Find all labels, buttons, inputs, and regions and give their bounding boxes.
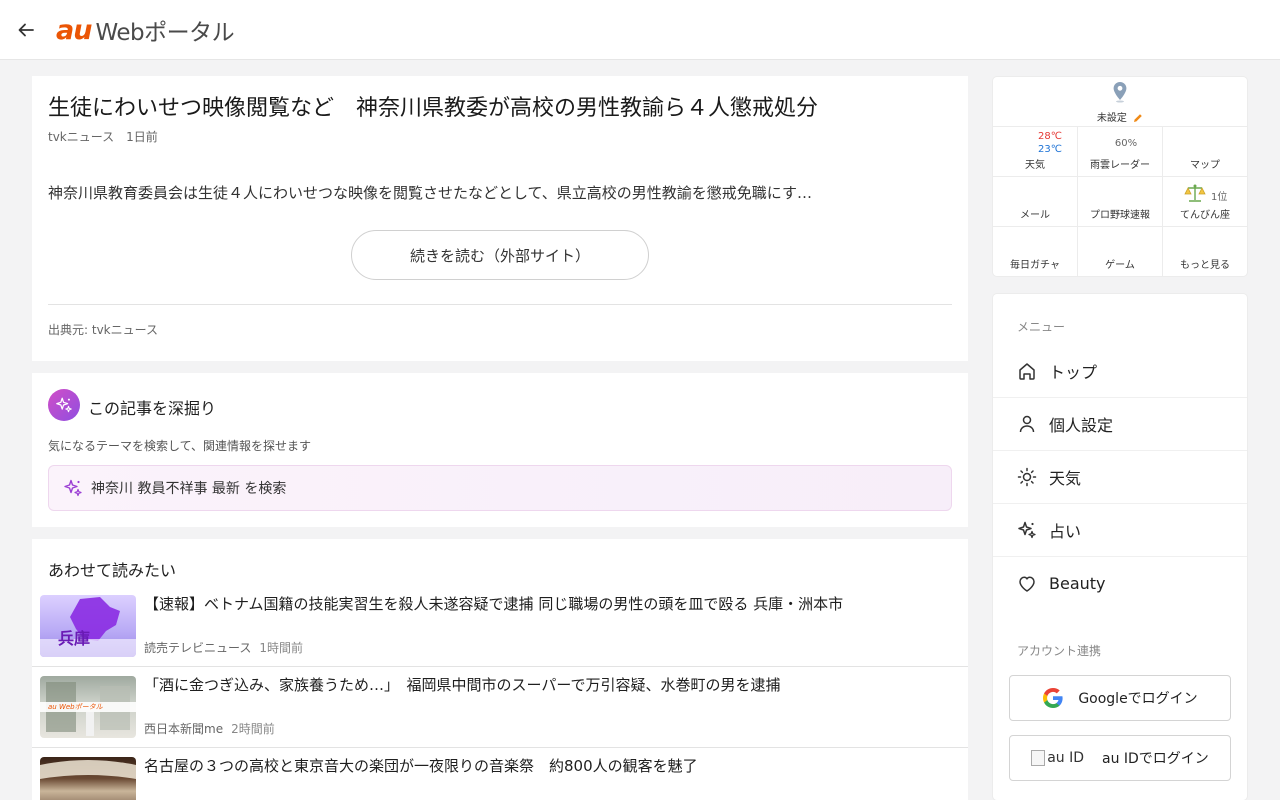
related-title: あわせて読みたい xyxy=(48,561,177,580)
menu-heading: メニュー xyxy=(1017,320,1066,334)
widget-caption: 雨雲レーダー xyxy=(1090,160,1150,171)
related-thumbnail: 兵庫 xyxy=(40,595,136,657)
related-item-meta: 読売テレビニュース 1時間前 xyxy=(144,639,303,656)
article-title: 生徒にわいせつ映像閲覧など 神奈川県教委が高校の男性教諭ら４人懲戒処分 xyxy=(48,96,819,121)
home-icon xyxy=(1016,360,1038,382)
side-menu: メニュー トップ 個人設定 天気 占い Beauty アカウント連携 Googl… xyxy=(993,294,1247,800)
read-more-button[interactable]: 続きを読む（外部サイト） xyxy=(351,230,649,280)
game-shortcut[interactable]: ゲーム xyxy=(1078,227,1163,276)
logo-au: au xyxy=(56,14,92,46)
divider xyxy=(48,304,952,305)
widget-caption: もっと見る xyxy=(1180,260,1230,271)
related-articles: あわせて読みたい 兵庫 【速報】ベトナム国籍の技能実習生を殺人未遂容疑で逮捕 同… xyxy=(32,539,968,800)
related-item[interactable]: 名古屋の３つの高校と東京音大の楽団が一夜限りの音楽祭 約800人の観客を魅了 xyxy=(32,749,968,800)
source-credit: 出典元: tvkニュース xyxy=(48,323,159,337)
related-thumbnail xyxy=(40,757,136,800)
dig-search-label: 神奈川 教員不祥事 最新 を検索 xyxy=(91,481,287,497)
menu-item-label: Beauty xyxy=(1049,574,1106,593)
temp-high: 28℃ xyxy=(1038,131,1062,142)
auid-alt-text: au ID xyxy=(1047,750,1084,766)
baseball-shortcut[interactable]: プロ野球速報 xyxy=(1078,177,1163,227)
menu-item-label: 天気 xyxy=(1049,469,1082,488)
weather-shortcut[interactable]: 28℃ 23℃ 天気 xyxy=(993,127,1078,177)
sparkle-icon xyxy=(1016,519,1038,541)
related-item-source: 西日本新聞me xyxy=(144,722,224,736)
menu-item-top[interactable]: トップ xyxy=(993,345,1247,398)
map-shortcut[interactable]: マップ xyxy=(1163,127,1247,177)
menu-item-settings[interactable]: 個人設定 xyxy=(993,398,1247,451)
related-item[interactable]: au Webポータル 「酒に金つぎ込み、家族養うため…」 福岡県中間市のスーパー… xyxy=(32,668,968,748)
related-thumb-text: 兵庫 xyxy=(58,629,91,648)
libra-scale-icon xyxy=(1184,184,1206,202)
google-logo-icon xyxy=(1042,687,1064,709)
account-heading: アカウント連携 xyxy=(1017,644,1102,658)
app-header: au Webポータル xyxy=(0,0,1280,60)
article-card: 生徒にわいせつ映像閲覧など 神奈川県教委が高校の男性教諭ら４人懲戒処分 tvkニ… xyxy=(32,76,968,361)
menu-item-weather[interactable]: 天気 xyxy=(993,451,1247,504)
google-login-label: Googleでログイン xyxy=(1078,691,1198,707)
divider xyxy=(32,666,968,667)
widget-caption: プロ野球速報 xyxy=(1090,210,1150,221)
article-source: tvkニュース xyxy=(48,130,115,144)
location-label: 未設定 xyxy=(1096,113,1127,124)
related-item-source: 読売テレビニュース xyxy=(144,641,252,655)
related-item-time: 2時間前 xyxy=(231,722,275,736)
auid-logo-icon: au ID xyxy=(1031,750,1084,766)
menu-item-label: トップ xyxy=(1049,363,1098,382)
related-item[interactable]: 兵庫 【速報】ベトナム国籍の技能実習生を殺人未遂容疑で逮捕 同じ職場の男性の頭を… xyxy=(32,587,968,667)
sparkle-icon xyxy=(63,478,83,498)
ai-sparkle-icon xyxy=(48,389,80,421)
menu-item-beauty[interactable]: Beauty xyxy=(993,557,1247,610)
dig-deeper-card: この記事を深掘り 気になるテーマを検索して、関連情報を探せます 神奈川 教員不祥… xyxy=(32,373,968,527)
service-widget: 未設定 28℃ 23℃ 天気 60% 雨雲レーダー マップ メール プロ野球速報… xyxy=(993,77,1247,276)
person-icon xyxy=(1016,413,1038,435)
related-item-title: 名古屋の３つの高校と東京音大の楽団が一夜限りの音楽祭 約800人の観客を魅了 xyxy=(144,757,698,775)
widget-caption: ゲーム xyxy=(1105,260,1135,271)
horoscope-shortcut[interactable]: 1位 てんびん座 xyxy=(1163,177,1247,227)
widget-caption: てんびん座 xyxy=(1180,210,1230,221)
widget-caption: 天気 xyxy=(1025,160,1045,171)
gacha-shortcut[interactable]: 毎日ガチャ xyxy=(993,227,1078,276)
fortune-rank: 1位 xyxy=(1211,192,1228,203)
article-summary: 神奈川県教育委員会は生徒４人にわいせつな映像を閲覧させたなどとして、県立高校の男… xyxy=(48,184,812,202)
rain-radar-shortcut[interactable]: 60% 雨雲レーダー xyxy=(1078,127,1163,177)
auid-login-button[interactable]: au ID au IDでログイン xyxy=(1009,735,1231,781)
more-shortcut[interactable]: もっと見る xyxy=(1163,227,1247,276)
menu-item-fortune[interactable]: 占い xyxy=(993,504,1247,557)
auid-login-label: au IDでログイン xyxy=(1102,751,1209,767)
widget-caption: メール xyxy=(1020,210,1050,221)
related-item-meta: 西日本新聞me 2時間前 xyxy=(144,720,275,737)
article-time: 1日前 xyxy=(126,130,158,144)
temp-low: 23℃ xyxy=(1038,144,1062,155)
back-arrow-icon[interactable] xyxy=(14,18,38,42)
google-login-button[interactable]: Googleでログイン xyxy=(1009,675,1231,721)
mail-shortcut[interactable]: メール xyxy=(993,177,1078,227)
related-thumb-text: au Webポータル xyxy=(48,703,103,711)
dig-hint: 気になるテーマを検索して、関連情報を探せます xyxy=(48,439,312,453)
widget-grid: 28℃ 23℃ 天気 60% 雨雲レーダー マップ メール プロ野球速報 1位 … xyxy=(993,127,1247,276)
logo-web: Webポータル xyxy=(95,20,235,46)
heart-icon xyxy=(1016,573,1038,595)
dig-title: この記事を深掘り xyxy=(88,399,217,418)
broken-image-icon xyxy=(1031,750,1046,766)
rain-percent: 60% xyxy=(1114,138,1138,149)
widget-caption: マップ xyxy=(1190,160,1220,171)
location-setting[interactable]: 未設定 xyxy=(993,77,1247,127)
related-item-title: 「酒に金つぎ込み、家族養うため…」 福岡県中間市のスーパーで万引容疑、水巻町の男… xyxy=(144,676,781,694)
dig-search-suggestion[interactable]: 神奈川 教員不祥事 最新 を検索 xyxy=(48,465,952,511)
edit-pencil-icon xyxy=(1134,114,1142,122)
divider xyxy=(32,747,968,748)
location-pin-icon xyxy=(1113,82,1127,103)
article-meta: tvkニュース 1日前 xyxy=(48,128,158,145)
menu-item-label: 占い xyxy=(1049,522,1082,541)
related-item-time: 1時間前 xyxy=(259,641,304,655)
menu-item-label: 個人設定 xyxy=(1049,416,1114,435)
related-thumbnail: au Webポータル xyxy=(40,676,136,738)
sun-icon xyxy=(1016,466,1038,488)
widget-caption: 毎日ガチャ xyxy=(1010,260,1060,271)
related-item-title: 【速報】ベトナム国籍の技能実習生を殺人未遂容疑で逮捕 同じ職場の男性の頭を皿で殴… xyxy=(144,595,844,613)
site-logo[interactable]: au Webポータル xyxy=(56,14,235,47)
